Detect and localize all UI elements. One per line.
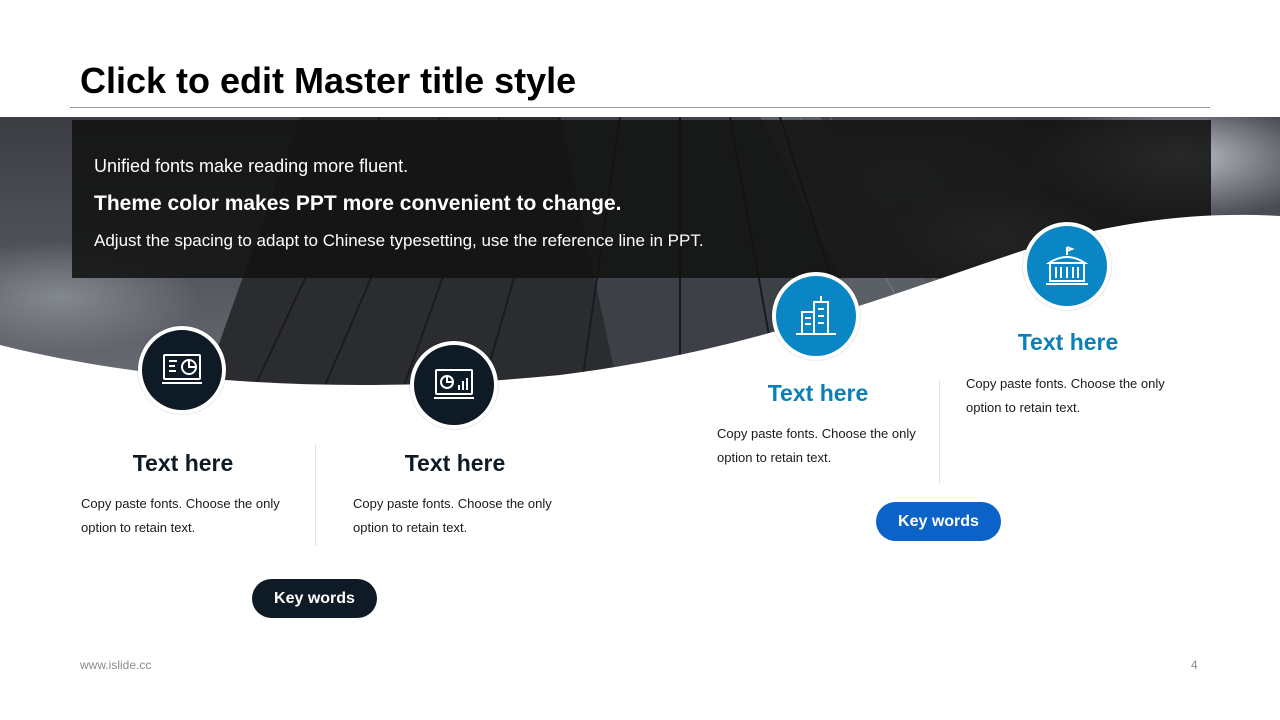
intro-line-3: Adjust the spacing to adapt to Chinese t… <box>94 231 704 250</box>
card-3-icon-circle <box>772 272 860 360</box>
key-words-button-left[interactable]: Key words <box>252 579 377 618</box>
card-4-title: Text here <box>1017 329 1119 355</box>
card-1-icon-circle <box>138 326 226 414</box>
card-2-title: Text here <box>404 450 506 476</box>
title-divider <box>70 107 1210 108</box>
card-3-title: Text here <box>767 380 869 406</box>
card-2-icon-circle <box>410 341 498 429</box>
card-3-body: Copy paste fonts. Choose the only option… <box>717 426 916 465</box>
government-building-icon <box>1045 246 1089 285</box>
card-2-body: Copy paste fonts. Choose the only option… <box>353 496 552 535</box>
card-divider <box>939 380 940 484</box>
card-1-title: Text here <box>132 450 234 476</box>
slide-title: Click to edit Master title style <box>80 60 577 101</box>
key-words-button-right[interactable]: Key words <box>876 502 1001 541</box>
card-4-icon-circle <box>1023 222 1111 310</box>
presentation-chart-icon <box>162 354 202 384</box>
intro-line-1: Unified fonts make reading more fluent. <box>94 156 409 176</box>
card-divider <box>315 444 316 546</box>
office-buildings-icon <box>796 296 836 335</box>
card-4-body: Copy paste fonts. Choose the only option… <box>966 376 1165 415</box>
page-number: 4 <box>1191 658 1198 672</box>
intro-line-2: Theme color makes PPT more convenient to… <box>94 192 622 215</box>
analytics-screen-icon <box>434 369 474 399</box>
card-1-body: Copy paste fonts. Choose the only option… <box>81 496 280 535</box>
footer-url: www.islide.cc <box>80 658 152 672</box>
